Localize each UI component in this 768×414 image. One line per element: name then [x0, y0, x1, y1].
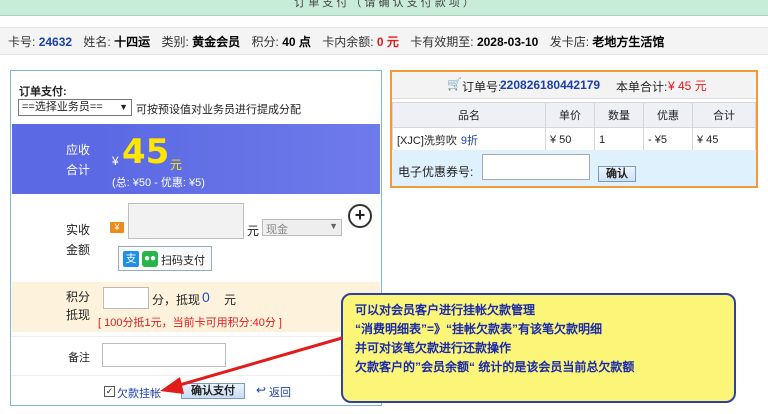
- credit-label[interactable]: 欠款挂帐: [117, 385, 161, 401]
- card-no-value: 24632: [38, 35, 73, 49]
- add-payment-icon[interactable]: +: [348, 204, 372, 228]
- alipay-icon: 支: [123, 251, 139, 267]
- remark-input[interactable]: [102, 343, 226, 367]
- balance-value: 0 元: [376, 35, 399, 49]
- cart-icon: 🛒: [447, 77, 462, 91]
- cash-icon: ¥: [110, 222, 124, 233]
- expiry-value: 2028-03-10: [476, 35, 539, 49]
- remark-row: 备注: [12, 336, 380, 376]
- order-no-label: 订单号:: [462, 80, 502, 94]
- coupon-confirm-button[interactable]: 确认: [598, 166, 636, 182]
- callout-line-3: 并可对该笔欠款进行还款操作: [355, 341, 512, 355]
- amount-due-value: ¥ 45 元 (总: ¥50 - 优惠: ¥5): [100, 124, 380, 194]
- page-title: 订 单 支 付 （ 请 确 认 支 付 款 项 ）: [294, 0, 474, 9]
- points-input[interactable]: [103, 287, 149, 309]
- item-name: [XJC]洗剪吹: [397, 135, 457, 147]
- callout-line-4: 欠款客户的”会员余额“ 统计的是该会员当前总欠款额: [355, 360, 635, 374]
- scan-pay-button[interactable]: 支 ●● 扫码支付: [118, 246, 212, 271]
- due-amount: 45: [122, 132, 170, 172]
- paid-amount-input[interactable]: [128, 203, 244, 239]
- due-unit: 元: [170, 158, 183, 172]
- due-detail: (总: ¥50 - 优惠: ¥5): [112, 177, 205, 189]
- credit-checkbox[interactable]: ✓: [104, 386, 115, 397]
- expiry-label: 卡有效期至:: [410, 35, 474, 49]
- staff-select[interactable]: ==选择业务员== ▼: [18, 99, 132, 116]
- points-label: 积分:: [251, 35, 279, 49]
- amount-paid-label-1: 实收: [65, 223, 90, 237]
- col-price: 单价: [545, 102, 595, 128]
- points-redeem-row: 积分 抵现 分，抵现 0 元 [ 100分抵1元，当前卡可用积分:40分 ]: [12, 282, 380, 332]
- wechat-icon: ●●: [142, 251, 158, 267]
- member-info-bar: 卡号: 24632 姓名: 十四运 类别: 黄金会员 积分: 40 点 卡内余额…: [0, 27, 768, 55]
- back-link[interactable]: 返回: [269, 384, 291, 400]
- amount-paid-label-2: 金额: [65, 243, 90, 257]
- store-value: 老地方生活馆: [592, 35, 665, 49]
- order-header: 🛒 订单号: 220826180442179 本单合计: ¥ 45 元: [392, 72, 756, 99]
- points-redeem-label-2: 抵现: [65, 308, 90, 322]
- coupon-row: 电子优惠券号: 确认: [392, 150, 756, 186]
- col-total: 合计: [692, 102, 756, 128]
- coupon-label: 电子优惠券号:: [398, 165, 474, 179]
- item-price: ¥ 50: [545, 127, 595, 153]
- points-yuan: 元: [224, 293, 237, 307]
- pay-method-select[interactable]: 现金 ▼: [262, 219, 342, 236]
- due-currency: ¥: [112, 154, 119, 168]
- amount-due-row: 应收 合计 ¥ 45 元 (总: ¥50 - 优惠: ¥5): [12, 124, 380, 194]
- page-title-bar: 订 单 支 付 （ 请 确 认 支 付 款 项 ）: [0, 0, 768, 16]
- pay-method-value: 现金: [266, 224, 288, 236]
- points-value: 40 点: [282, 35, 311, 49]
- amount-due-label-1: 应收: [65, 143, 90, 157]
- points-unit: 分，抵现: [152, 293, 201, 307]
- paid-unit: 元: [247, 224, 260, 238]
- order-panel: 🛒 订单号: 220826180442179 本单合计: ¥ 45 元 品名 单…: [390, 70, 758, 188]
- item-discount-tag: 9折: [460, 135, 479, 147]
- amount-paid-label: 实收 金额: [12, 196, 100, 286]
- payment-actions: ✓ 欠款挂帐 确认支付 ↩ 返回: [104, 383, 374, 403]
- order-items-table: 品名 单价 数量 优惠 合计 [XJC]洗剪吹 9折 ¥ 50 1 - ¥5 ¥ …: [392, 102, 756, 153]
- callout-line-2: “消费明细表”=》“挂帐欠款表”有该笔欠款明细: [355, 322, 603, 336]
- col-discount: 优惠: [643, 102, 693, 128]
- order-total-label: 本单合计:: [616, 80, 668, 94]
- item-discount: - ¥5: [643, 127, 693, 153]
- item-total: ¥ 45: [692, 127, 756, 153]
- annotation-callout: 可以对会员客户进行挂帐欠款管理 “消费明细表”=》“挂帐欠款表”有该笔欠款明细 …: [341, 293, 736, 403]
- table-header-row: 品名 单价 数量 优惠 合计: [392, 102, 756, 128]
- coupon-input[interactable]: [482, 154, 590, 180]
- staff-hint: 可按预设值对业务员进行提成分配: [136, 104, 301, 116]
- points-redeem-label-1: 积分: [65, 290, 90, 304]
- category-label: 类别:: [161, 35, 189, 49]
- payment-heading: 订单支付:: [19, 86, 67, 98]
- name-value: 十四运: [114, 35, 151, 49]
- back-arrow-icon[interactable]: ↩: [256, 383, 266, 397]
- item-name-cell: [XJC]洗剪吹 9折: [392, 127, 546, 153]
- confirm-pay-button[interactable]: 确认支付: [181, 383, 245, 399]
- amount-due-label-2: 合计: [65, 163, 90, 177]
- amount-paid-row: 实收 金额 ¥ 元 现金 ▼ + 支 ●● 扫码支付: [12, 196, 380, 286]
- points-redeem-label: 积分 抵现: [12, 282, 100, 332]
- scan-pay-label: 扫码支付: [161, 255, 205, 267]
- callout-line-1: 可以对会员客户进行挂帐欠款管理: [355, 303, 536, 317]
- balance-label: 卡内余额:: [322, 35, 374, 49]
- points-note: [ 100分抵1元，当前卡可用积分:40分 ]: [98, 317, 282, 329]
- col-name: 品名: [392, 102, 546, 128]
- name-label: 姓名:: [83, 35, 111, 49]
- order-total-value: ¥ 45 元: [668, 79, 707, 93]
- category-value: 黄金会员: [192, 35, 241, 49]
- amount-due-label: 应收 合计: [12, 124, 100, 194]
- remark-label: 备注: [68, 352, 90, 364]
- chevron-down-icon: ▼: [329, 221, 338, 231]
- col-qty: 数量: [594, 102, 644, 128]
- table-row: [XJC]洗剪吹 9折 ¥ 50 1 - ¥5 ¥ 45: [392, 127, 756, 153]
- store-label: 发卡店:: [549, 35, 590, 49]
- order-no-value: 220826180442179: [500, 78, 601, 92]
- chevron-down-icon: ▼: [119, 102, 128, 112]
- item-qty: 1: [594, 127, 644, 153]
- payment-panel: 订单支付: ==选择业务员== ▼ 可按预设值对业务员进行提成分配 应收 合计 …: [10, 70, 382, 406]
- staff-select-value: ==选择业务员==: [22, 101, 103, 113]
- card-no-label: 卡号:: [8, 35, 36, 49]
- points-amount: 0: [202, 289, 210, 305]
